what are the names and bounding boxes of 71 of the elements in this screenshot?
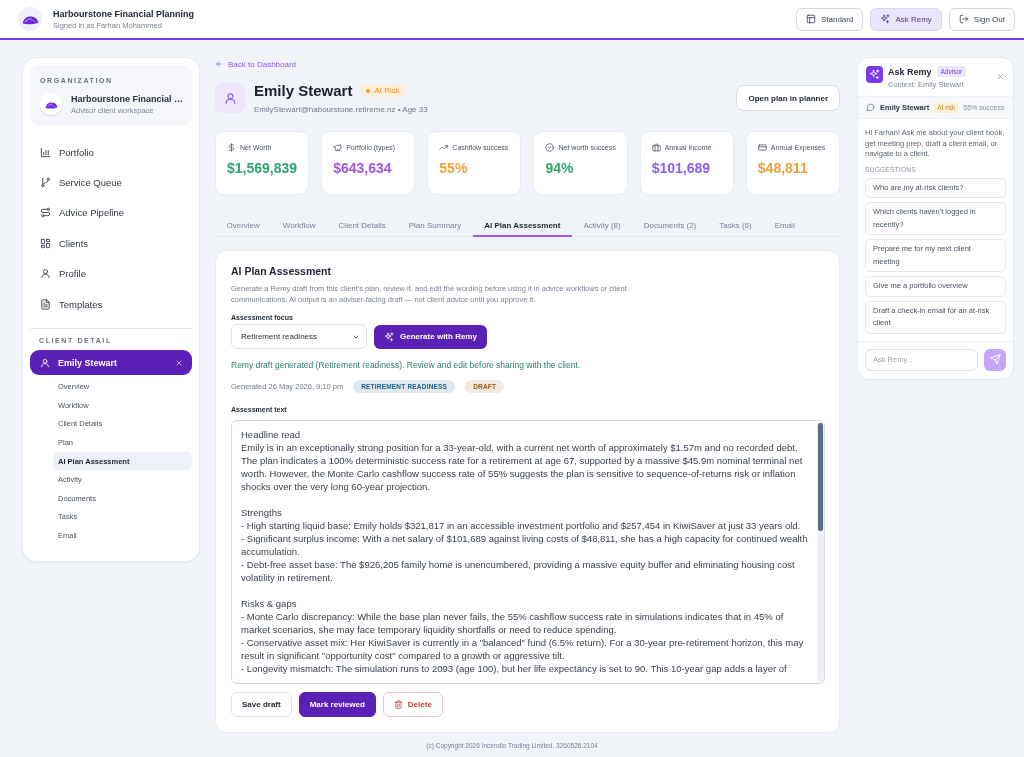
sidebar-item[interactable]: Portfolio (30, 137, 192, 168)
view-mode-button[interactable]: Standard (795, 7, 864, 31)
logo-icon (40, 93, 62, 115)
sign-out-icon (958, 14, 969, 24)
tab[interactable]: Documents (2) (632, 215, 708, 237)
sidebar-item[interactable]: Templates (30, 288, 192, 320)
organization-name: Harbourstone Financial … (71, 93, 184, 104)
assessment-text-field[interactable]: Headline read Emily is in an exceptionally strong position for a 33-year-old, with a current net worth of approximately $1.57m and no recorded debt. The plan indicates a 100% deterministic success rate for a retirement at age 67, supported by a massive $45.9m nominal terminal net worth. However, the Monte Carlo cashflow success rate of 55% suggests the plan is sensitive to sequence-of-returns risk or inflation shocks over the very long 60-year projection. Strengths - High starting liquid base: Emily holds $321,817 in an accessible investment portfolio and $257,454 in KiwiSaver at just 33 years old. - Significant surplus income: With a net salary of $101,689 against living costs of $48,811, she has a high capacity for continued wealth accumulation. - Debt-free asset base: The $926,205 family home is unencumbered, providing a massive equity buffer and eliminating housing cost volatility in retirement. Risks & gaps - Monte Carlo discrepancy: While the base plan never fails, the 55% cashflow success rate in simulations indicates that in 45% of market scenarios, she may face temporary liquidity shortfalls or need to reduce spending. - Conservative asset mix: Her KiwiSaver is currently in a "balanced" fund (6.5% return). For a 30-year pre-retirement horizon, this may result in significant "opportunity cost" compared to a growth or aggressive tilt. - Longevity mismatch: The simulation runs to 2093 (age 100), but her life expectancy is set to 90. This 10-year gap adds a layer of (231, 420, 825, 684)
briefcase-icon (651, 143, 661, 152)
sidebar-item[interactable]: Profile (30, 258, 192, 289)
sparkles-icon (384, 331, 394, 342)
client-item[interactable]: Emily Stewart (30, 350, 192, 376)
tab[interactable]: AI Plan Assessment (472, 215, 572, 237)
avatar-icon (215, 83, 245, 113)
client-name: Emily Stewart (254, 82, 353, 99)
bar-chart-icon (40, 146, 51, 158)
save-draft-button[interactable]: Save draft (231, 692, 292, 717)
panel-title: Ask Remy (888, 66, 932, 77)
close-icon[interactable] (996, 72, 1005, 81)
mark-reviewed-button[interactable]: Mark reviewed (298, 692, 376, 717)
tab[interactable]: Workflow (271, 215, 328, 237)
user-icon (40, 357, 50, 368)
tab[interactable]: Email (763, 215, 807, 237)
send-button[interactable] (984, 348, 1006, 371)
branch-icon (40, 177, 51, 189)
route-icon (40, 207, 51, 219)
trash-icon (393, 700, 403, 709)
sidebar-item[interactable]: Service Queue (30, 167, 192, 198)
stat-value: 55% (439, 160, 469, 176)
stat-value: $101,689 (651, 160, 712, 176)
tab[interactable]: Activity (8) (571, 215, 633, 237)
app-title: Harbourstone Financial Planning (53, 8, 195, 19)
sparkles-icon (880, 14, 891, 24)
document-icon (40, 298, 51, 310)
client-details: EmilyStewart@habourstone.retireme.nz • Age 33 (254, 105, 428, 114)
tab[interactable]: Client Details (327, 215, 398, 237)
success-message: Remy draft generated (Retirement readiness). Review and edit before sharing with the client. (231, 360, 582, 370)
tab[interactable]: Plan Summary (397, 215, 473, 237)
chat-bubble-icon (866, 103, 875, 112)
arrow-left-icon (215, 60, 223, 68)
delete-button[interactable]: Delete (382, 692, 443, 717)
dollar-icon (227, 143, 236, 152)
stat-value: $48,811 (757, 160, 809, 176)
status-text: At Risk (374, 86, 400, 95)
layout-icon (805, 14, 816, 24)
card-title: AI Plan Assessment (231, 265, 332, 277)
grid-icon (40, 237, 51, 249)
close-icon[interactable] (175, 358, 183, 367)
stat-value: $1,569,839 (227, 160, 299, 176)
credit-card-icon (757, 143, 767, 152)
open-planner-button[interactable]: Open plan in planner (736, 85, 840, 111)
send-icon (989, 354, 1001, 365)
back-link[interactable]: Back to Dashboard (215, 58, 297, 70)
tab[interactable]: Overview (215, 215, 272, 237)
stat-value: $643,634 (333, 160, 393, 176)
scrollbar[interactable] (817, 421, 824, 683)
tab[interactable]: Tasks (6) (707, 215, 764, 237)
check-circle-icon (545, 143, 555, 152)
sidebar-item[interactable]: Clients (30, 228, 192, 259)
stat-value: 94% (545, 160, 575, 176)
sidebar-item[interactable]: Advice Pipeline (30, 197, 192, 229)
sign-out-button[interactable]: Sign Out (948, 7, 1015, 31)
user-icon (40, 268, 51, 280)
generate-button[interactable]: Generate with Remy (374, 324, 487, 349)
sparkles-icon (866, 66, 883, 83)
ask-remy-button[interactable]: Ask Remy (870, 7, 942, 31)
piggy-bank-icon (333, 143, 343, 152)
logo-icon (18, 7, 42, 31)
trending-up-icon (439, 143, 449, 152)
status-dot-icon (366, 88, 371, 93)
focus-select[interactable]: Retirement readiness (231, 324, 367, 349)
